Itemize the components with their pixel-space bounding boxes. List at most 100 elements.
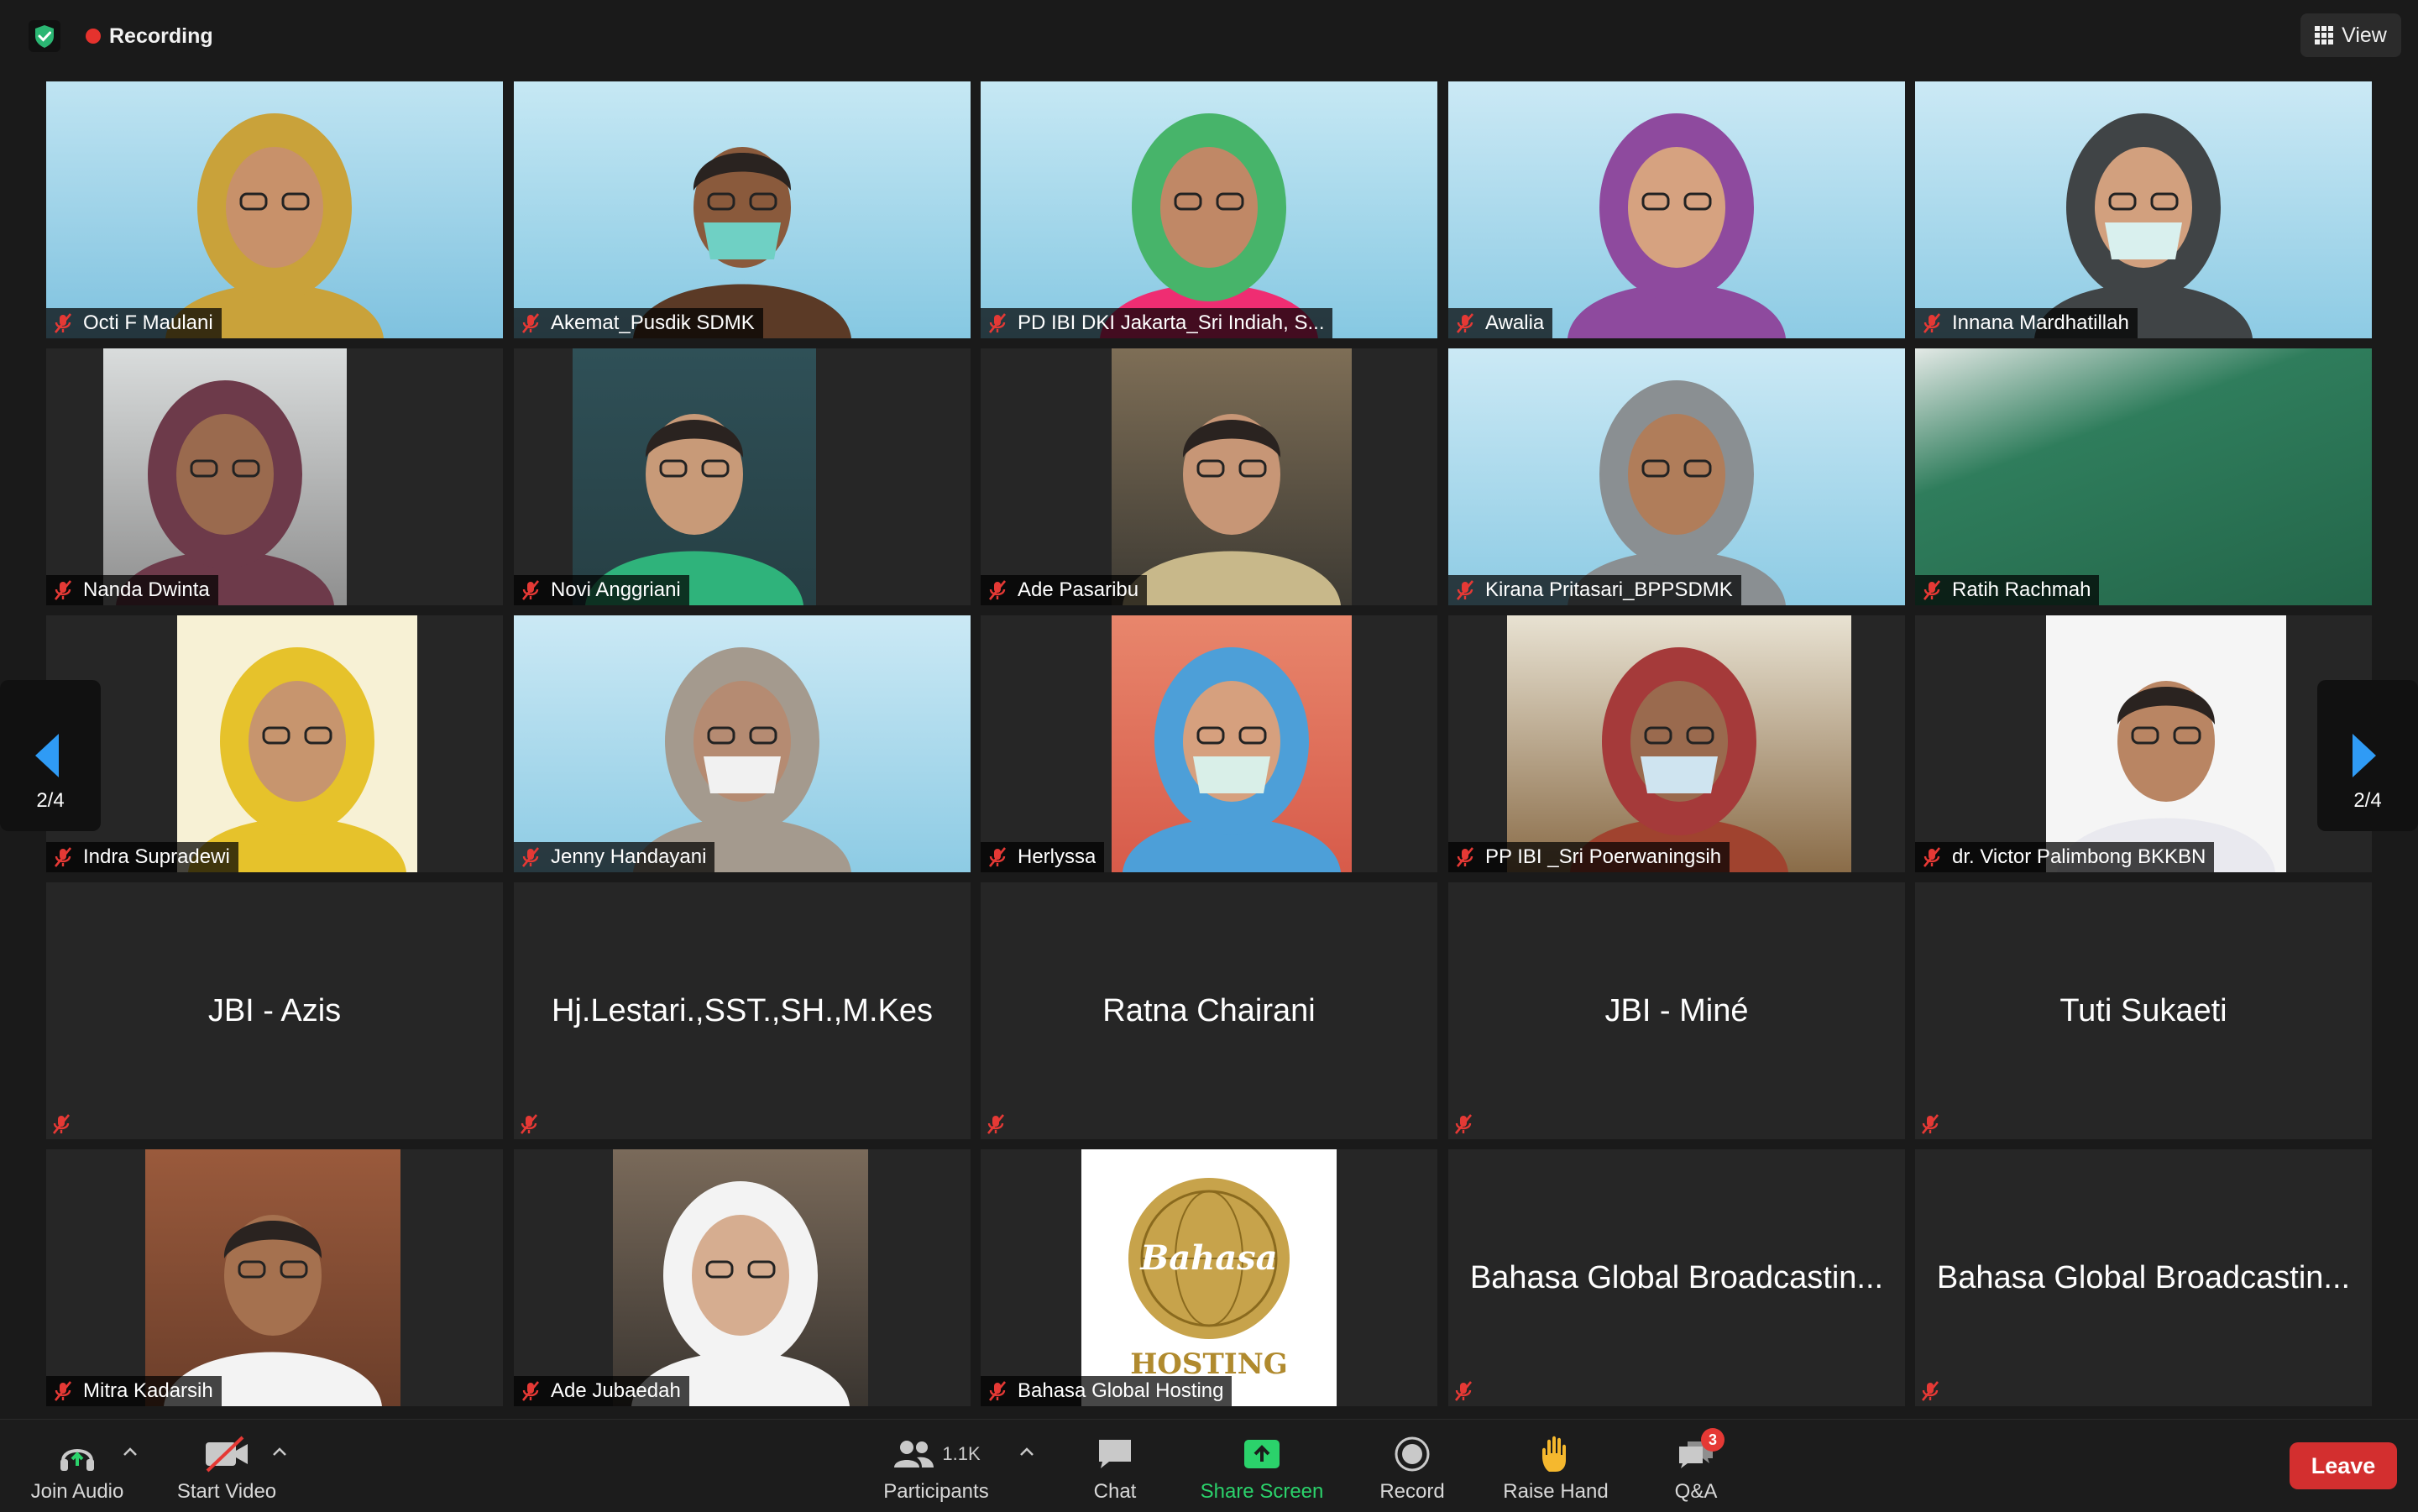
view-button[interactable]: View [2300, 13, 2401, 57]
participant-name: Ratna Chairani [1102, 992, 1316, 1028]
participant-tile[interactable]: Jenny Handayani [514, 615, 971, 872]
security-shield-icon[interactable] [29, 20, 60, 52]
participant-name-tag: PD IBI DKI Jakarta_Sri Indiah, S... [981, 308, 1333, 338]
participants-label: Participants [883, 1480, 989, 1503]
participant-tile[interactable]: Herlyssa [981, 615, 1437, 872]
mic-muted-icon [986, 311, 1009, 335]
participant-video [573, 348, 816, 605]
participant-tile[interactable]: JBI - Azis [46, 882, 503, 1139]
raise-hand-label: Raise Hand [1503, 1480, 1609, 1503]
chat-label: Chat [1093, 1480, 1137, 1503]
leave-button[interactable]: Leave [2290, 1442, 2397, 1489]
participant-tile[interactable]: Awalia [1448, 81, 1905, 338]
participant-name-tag: Herlyssa [981, 842, 1105, 872]
participant-name-tag: Innana Mardhatillah [1915, 308, 2138, 338]
participant-video [46, 81, 503, 338]
participant-name-tag: PP IBI _Sri Poerwaningsih [1448, 842, 1730, 872]
participant-tile[interactable]: Octi F Maulani [46, 81, 503, 338]
record-icon [1395, 1436, 1430, 1472]
participant-name: Hj.Lestari.,SST.,SH.,M.Kes [551, 992, 933, 1028]
participant-tile[interactable]: Ratih Rachmah [1915, 348, 2372, 605]
participant-name: Ade Pasaribu [1018, 578, 1139, 601]
participant-tile[interactable]: Kirana Pritasari_BPPSDMK [1448, 348, 1905, 605]
participant-tile[interactable]: Ade Pasaribu [981, 348, 1437, 605]
participant-name-tag: Octi F Maulani [46, 308, 222, 338]
view-label: View [2342, 23, 2387, 47]
participant-name-tag: Kirana Pritasari_BPPSDMK [1448, 575, 1741, 605]
mic-muted-icon [1453, 578, 1477, 602]
participant-video [1915, 81, 2372, 338]
participant-tile[interactable]: JBI - Miné [1448, 882, 1905, 1139]
participant-tile[interactable]: PP IBI _Sri Poerwaningsih [1448, 615, 1905, 872]
chevron-up-icon[interactable] [123, 1447, 138, 1457]
previous-page-button[interactable]: 2/4 [0, 680, 101, 831]
raise-hand-button[interactable]: Raise Hand [1498, 1433, 1614, 1504]
raise-hand-icon [1542, 1436, 1566, 1472]
arrow-left-icon [35, 734, 59, 777]
chat-icon [1099, 1440, 1131, 1468]
mic-muted-icon [51, 1379, 75, 1403]
participant-name: Bahasa Global Broadcastin... [1469, 1259, 1884, 1295]
participant-tile[interactable]: PD IBI DKI Jakarta_Sri Indiah, S... [981, 81, 1437, 338]
participant-name-tag: Novi Anggriani [514, 575, 689, 605]
participant-tile[interactable]: Akemat_Pusdik SDMK [514, 81, 971, 338]
arrow-right-icon [2353, 734, 2376, 777]
recording-dot-icon [86, 29, 101, 44]
next-page-button[interactable]: 2/4 [2317, 680, 2418, 831]
mic-muted-icon [1453, 845, 1477, 869]
participant-name: Indra Supradewi [83, 845, 230, 868]
share-screen-button[interactable]: Share Screen [1192, 1433, 1332, 1504]
meeting-toolbar: Join Audio Start Video 1.1K Participants [0, 1419, 2418, 1512]
participant-name: Awalia [1485, 311, 1545, 334]
recording-indicator[interactable]: Recording [86, 22, 213, 50]
participant-tile[interactable]: Innana Mardhatillah [1915, 81, 2372, 338]
participant-video [981, 81, 1437, 338]
start-video-label: Start Video [176, 1480, 277, 1503]
chevron-up-icon[interactable] [1019, 1447, 1034, 1457]
participant-video [177, 615, 417, 872]
participant-name-tag: Ade Jubaedah [514, 1376, 689, 1406]
mic-muted-icon [51, 578, 75, 602]
participant-tile[interactable]: Ade Jubaedah [514, 1149, 971, 1406]
mic-muted-icon [1918, 1379, 1942, 1403]
participant-tile[interactable]: Bahasa HOSTING Bahasa Global Hosting [981, 1149, 1437, 1406]
participant-name: Innana Mardhatillah [1952, 311, 2129, 334]
participant-tile[interactable]: Ratna Chairani [981, 882, 1437, 1139]
participant-tile[interactable]: Mitra Kadarsih [46, 1149, 503, 1406]
page-indicator: 2/4 [36, 789, 65, 812]
record-label: Record [1379, 1480, 1445, 1503]
participant-name-tag: dr. Victor Palimbong BKKBN [1915, 842, 2215, 872]
participant-tile[interactable]: dr. Victor Palimbong BKKBN [1915, 615, 2372, 872]
chat-button[interactable]: Chat [1083, 1433, 1147, 1504]
mic-muted-icon [51, 845, 75, 869]
recording-label: Recording [109, 24, 213, 48]
participant-tile[interactable]: Bahasa Global Broadcastin... [1448, 1149, 1905, 1406]
participant-name-tag: Ratih Rachmah [1915, 575, 2100, 605]
participant-tile[interactable]: Hj.Lestari.,SST.,SH.,M.Kes [514, 882, 971, 1139]
participants-icon [894, 1441, 934, 1468]
join-audio-button[interactable]: Join Audio [24, 1433, 131, 1504]
participant-video [613, 1149, 868, 1406]
start-video-button[interactable]: Start Video [166, 1433, 287, 1504]
participant-video [145, 1149, 400, 1406]
chevron-up-icon[interactable] [272, 1447, 287, 1457]
participant-name: JBI - Azis [207, 992, 342, 1028]
participant-tile[interactable]: Indra Supradewi [46, 615, 503, 872]
mic-muted-icon [986, 845, 1009, 869]
participant-tile[interactable]: Novi Anggriani [514, 348, 971, 605]
participant-name-tag: Akemat_Pusdik SDMK [514, 308, 763, 338]
participants-count: 1.1K [942, 1443, 981, 1464]
participants-button[interactable]: 1.1K Participants [873, 1433, 999, 1504]
participant-tile[interactable]: Bahasa Global Broadcastin... [1915, 1149, 2372, 1406]
participant-name-tag: Jenny Handayani [514, 842, 715, 872]
participant-tile[interactable]: Nanda Dwinta [46, 348, 503, 605]
participant-tile[interactable]: Tuti Sukaeti [1915, 882, 2372, 1139]
record-button[interactable]: Record [1374, 1433, 1451, 1504]
qa-button[interactable]: 3 Q&A [1664, 1428, 1728, 1504]
participant-name: Novi Anggriani [551, 578, 681, 601]
participant-name: Tuti Sukaeti [2059, 992, 2227, 1028]
participant-name-tag: Mitra Kadarsih [46, 1376, 222, 1406]
logo-wordmark: Bahasa [1140, 1238, 1278, 1278]
participant-video [1112, 615, 1352, 872]
participant-video [514, 81, 971, 338]
